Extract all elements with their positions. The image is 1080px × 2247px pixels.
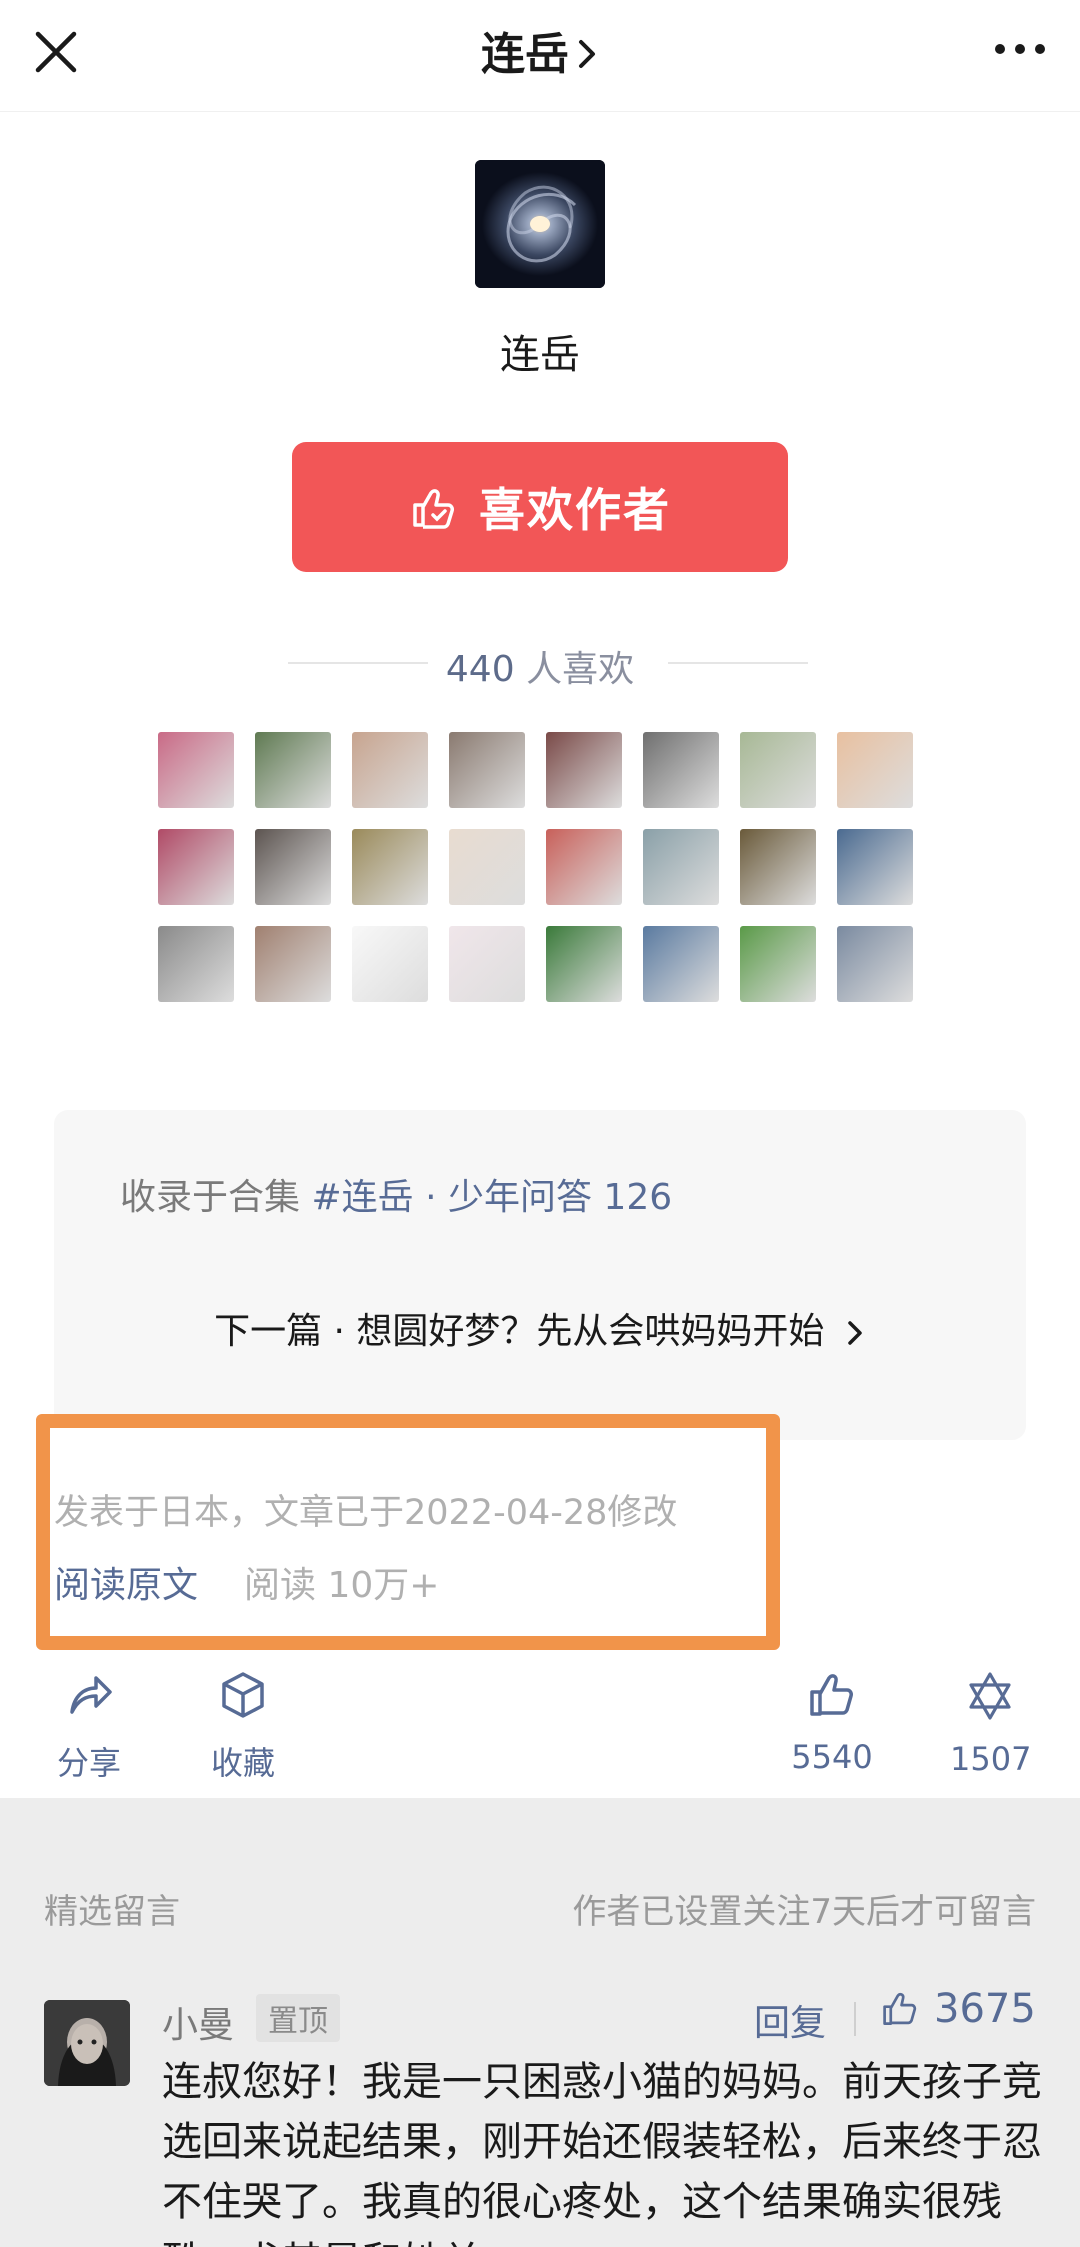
like-article-button[interactable]: 5540: [790, 1670, 874, 1776]
liker-avatar-plumeria[interactable]: [546, 829, 622, 905]
liker-avatar-text-note[interactable]: [352, 926, 428, 1002]
liker-avatar-cartoon-girl[interactable]: [449, 926, 525, 1002]
thumbs-up-icon: [413, 489, 454, 529]
wow-button[interactable]: 1507: [950, 1670, 1032, 1778]
like-author-button[interactable]: 喜欢作者: [292, 442, 788, 572]
liker-avatar-tom-cat[interactable]: [643, 926, 719, 1002]
liker-avatar-sunset[interactable]: [837, 926, 913, 1002]
liker-avatar-bw-path[interactable]: [158, 926, 234, 1002]
pinned-badge: 置顶: [256, 1994, 340, 2042]
divider-right: [668, 662, 808, 664]
liker-avatar-anime-girl[interactable]: [449, 829, 525, 905]
liker-avatar-green-forest[interactable]: [546, 926, 622, 1002]
liker-avatar-roses[interactable]: [158, 829, 234, 905]
published-info: 发表于日本，文章已于2022-04-28修改: [54, 1493, 678, 1533]
chevron-right-icon: [575, 32, 599, 83]
liker-avatar-bird[interactable]: [740, 732, 816, 808]
commenter-name: 小曼: [162, 2005, 235, 2046]
author-name[interactable]: 连岳: [0, 322, 1080, 380]
liker-avatar-giraffe[interactable]: [352, 829, 428, 905]
likes-count: 5540: [791, 1738, 873, 1776]
share-label: 分享: [56, 1744, 121, 1782]
next-article-title: 下一篇 · 想圆好梦？先从会哄妈妈开始: [214, 1311, 825, 1352]
liker-avatar-child-red[interactable]: [837, 732, 913, 808]
liker-avatar-woman[interactable]: [352, 732, 428, 808]
cube-icon: [222, 1672, 264, 1718]
comments-title: 精选留言: [44, 1892, 180, 1932]
comment-like-button[interactable]: 3675: [880, 1986, 1036, 2032]
author-avatar[interactable]: [475, 160, 605, 288]
comment-text: 连叔您好！我是一只困惑小猫的妈妈。前天孩子竞选回来说起结果，刚开始还假装轻松，后…: [162, 2059, 1042, 2247]
star-of-david-icon: [969, 1672, 1011, 1720]
likers-count: 440: [445, 649, 515, 690]
liker-avatar-woman-room[interactable]: [449, 732, 525, 808]
divider: [854, 2002, 856, 2036]
read-original-link[interactable]: 阅读原文: [54, 1556, 198, 1608]
liker-avatar-reading[interactable]: [255, 829, 331, 905]
likers-count-line: 440 人喜欢: [0, 640, 1080, 692]
comment-like-count: 3675: [934, 1986, 1036, 2032]
collection-tag[interactable]: #连岳 · 少年问答: [311, 1177, 592, 1218]
more-dots-icon[interactable]: [990, 34, 1050, 64]
favorite-label: 收藏: [210, 1744, 275, 1782]
comments-note: 作者已设置关注7天后才可留言: [572, 1892, 1036, 1932]
page-title-text: 连岳: [481, 29, 569, 80]
liker-avatar-man-portrait[interactable]: [643, 732, 719, 808]
liker-avatar-grid: [158, 732, 918, 1002]
collection-count: 126: [603, 1177, 673, 1218]
liker-avatar-van[interactable]: [643, 829, 719, 905]
share-button[interactable]: 分享: [54, 1670, 124, 1784]
page-title[interactable]: 连岳: [0, 18, 1080, 83]
wow-count: 1507: [950, 1740, 1032, 1778]
liker-avatar-sky[interactable]: [837, 829, 913, 905]
chevron-right-icon: [836, 1311, 866, 1352]
liker-avatar-mother-child[interactable]: [255, 926, 331, 1002]
likers-suffix: 人喜欢: [526, 649, 635, 690]
liker-avatar-car-interior[interactable]: [546, 732, 622, 808]
thumbs-up-icon: [883, 1992, 917, 2025]
avatar[interactable]: [44, 2000, 130, 2086]
read-count: 阅读 10万+: [244, 1565, 440, 1606]
liker-avatar-scooter-man[interactable]: [255, 732, 331, 808]
top-bar: 连岳: [0, 0, 1080, 112]
liker-avatar-fern[interactable]: [740, 926, 816, 1002]
reply-button[interactable]: 回复: [754, 1994, 826, 2046]
next-article-link[interactable]: 下一篇 · 想圆好梦？先从会哄妈妈开始: [54, 1302, 1026, 1354]
favorite-button[interactable]: 收藏: [208, 1670, 278, 1784]
collection-line[interactable]: 收录于合集 #连岳 · 少年问答 126: [120, 1168, 672, 1220]
collection-card: 收录于合集 #连岳 · 少年问答 126 下一篇 · 想圆好梦？先从会哄妈妈开始: [54, 1110, 1026, 1440]
thumbs-up-icon: [810, 1674, 853, 1716]
divider-left: [288, 662, 428, 664]
liker-avatar-flowers[interactable]: [158, 732, 234, 808]
liker-avatar-night-lights[interactable]: [740, 829, 816, 905]
collection-prefix: 收录于合集: [120, 1177, 301, 1218]
share-icon: [70, 1676, 112, 1714]
like-author-label: 喜欢作者: [479, 483, 671, 537]
